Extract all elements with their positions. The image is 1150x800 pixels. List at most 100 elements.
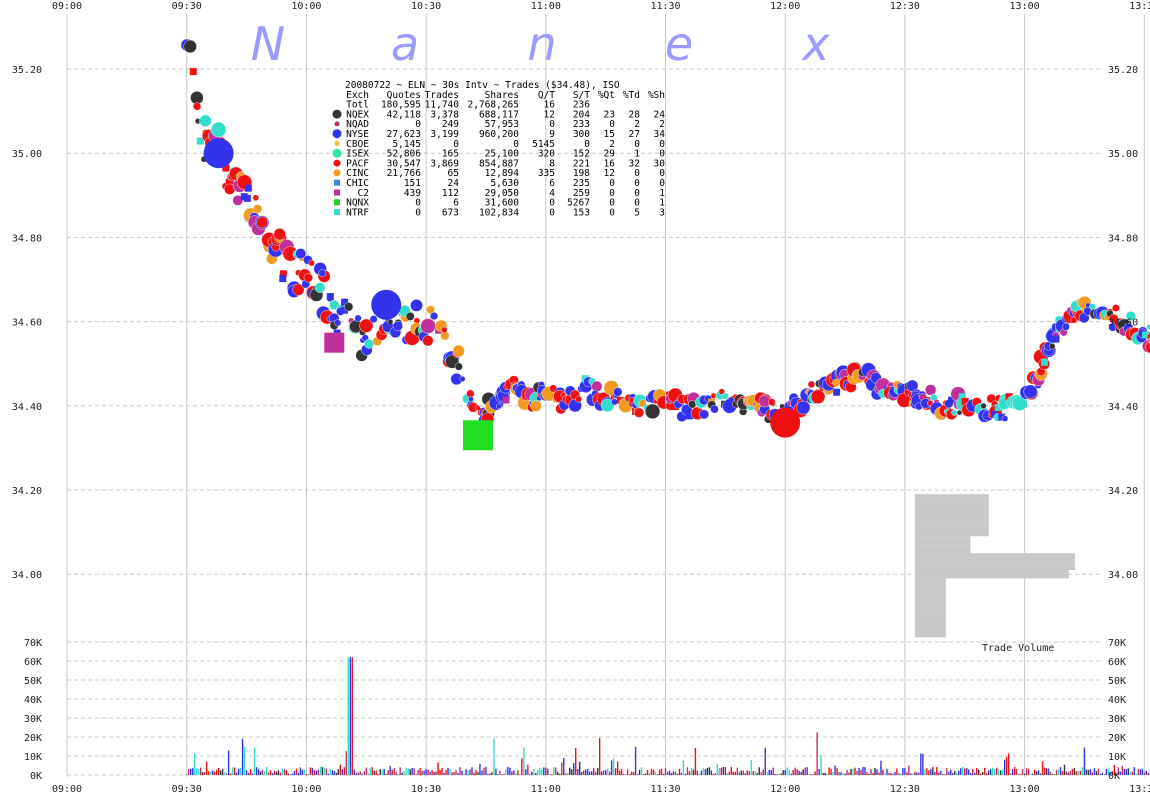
price-tick-left: 34.40 — [12, 402, 42, 413]
stats-legend-marker — [334, 121, 340, 127]
trade-point-circle — [190, 91, 204, 105]
stats-legend-marker — [334, 179, 340, 186]
volume-profile-bar — [915, 578, 946, 587]
trade-point-circle — [441, 326, 448, 334]
time-tick-top: 10:30 — [411, 1, 441, 12]
volume-tick-right: 50K — [1108, 676, 1126, 687]
volume-profile-bar — [915, 586, 946, 596]
trade-point-circle — [951, 409, 958, 416]
trade-point-square — [243, 194, 251, 202]
volume-tick-right: 70K — [1108, 638, 1126, 649]
volume-tick-left: 0K — [30, 771, 42, 782]
volume-tick-left: 30K — [24, 714, 42, 725]
trade-point-circle — [318, 269, 327, 278]
price-tick-right: 35.20 — [1108, 65, 1138, 76]
trade-point-circle — [634, 407, 645, 418]
volume-profile-bar — [915, 569, 1069, 579]
price-tick-right: 34.80 — [1108, 233, 1138, 244]
trade-point-circle — [721, 392, 729, 400]
volume-tick-left: 40K — [24, 695, 42, 706]
price-volume-chart: Trade Volume Na n e x 09:00 09:00 09:30 09:30 1… — [0, 0, 1150, 800]
volume-profile-bar — [915, 544, 971, 554]
trade-point-circle — [405, 311, 415, 321]
stats-legend-marker — [334, 141, 340, 146]
trade-point-circle — [253, 204, 263, 214]
trade-point-circle — [334, 319, 342, 327]
stats-cell: 673 — [442, 207, 459, 218]
volume-profile-bar — [915, 561, 1075, 570]
trade-point-circle — [575, 395, 582, 403]
price-tick-left: 34.80 — [12, 233, 42, 244]
price-tick-right: 35.00 — [1108, 149, 1138, 160]
volume-profile-bar — [915, 511, 989, 520]
trade-point-square — [326, 293, 334, 301]
stats-cell: 3 — [659, 207, 665, 218]
stats-cell: 153 — [573, 207, 590, 218]
volume-profile-bar — [915, 603, 946, 613]
brand-letter: a — [391, 17, 419, 71]
price-tick-right: 34.20 — [1108, 486, 1138, 497]
trade-point-circle — [832, 378, 841, 387]
stats-header-cell: %Qt — [598, 90, 615, 101]
trade-point-circle — [252, 194, 260, 201]
time-tick-bottom: 10:00 — [291, 784, 321, 795]
trade-point-circle — [210, 121, 227, 138]
time-tick-bottom: 11:30 — [650, 784, 680, 795]
volume-tick-left: 50K — [24, 676, 42, 687]
price-tick-right: 34.40 — [1108, 402, 1138, 413]
time-tick-bottom: 13:00 — [1010, 784, 1040, 795]
trade-point-circle — [422, 335, 434, 347]
stats-cell: 5 — [634, 207, 640, 218]
trade-point-circle — [1062, 323, 1070, 331]
time-tick-top: 13:30 — [1129, 1, 1150, 12]
trade-point-circle — [344, 302, 354, 312]
stats-legend-marker — [332, 129, 342, 139]
trade-point-circle — [710, 404, 719, 414]
volume-tick-right: 20K — [1108, 733, 1126, 744]
time-tick-top: 10:00 — [291, 1, 321, 12]
trade-point-circle — [925, 384, 937, 396]
time-tick-bottom: 11:00 — [531, 784, 561, 795]
trade-point-circle — [410, 299, 423, 312]
trade-point-square — [244, 184, 252, 192]
stats-legend-marker — [333, 159, 341, 167]
volume-profile-bar — [915, 536, 971, 545]
stats-cell: 0 — [609, 207, 615, 218]
trade-point-circle — [420, 318, 436, 334]
trade-point-circle — [980, 402, 987, 409]
trade-point-circle — [699, 409, 710, 420]
stats-legend-marker — [332, 109, 342, 119]
volume-profile-bar — [915, 595, 946, 604]
trade-point-circle — [496, 403, 502, 410]
stats-legend-marker — [334, 209, 340, 216]
trade-point-circle — [810, 389, 826, 404]
trade-point-circle — [364, 338, 374, 349]
price-tick-left: 35.00 — [12, 149, 42, 160]
trade-point-square — [279, 275, 287, 283]
trade-point-circle — [591, 380, 603, 392]
trade-spike-circle — [770, 407, 801, 438]
time-tick-bottom: 10:30 — [411, 784, 441, 795]
time-tick-top: 12:00 — [770, 1, 800, 12]
trade-point-square — [1020, 400, 1028, 408]
volume-tick-right: 10K — [1108, 752, 1126, 763]
volume-profile-bar — [915, 612, 946, 621]
stats-legend-marker — [334, 189, 340, 196]
volume-profile-bar — [915, 502, 989, 512]
trade-point-circle — [688, 400, 697, 409]
volume-tick-right: 40K — [1108, 695, 1126, 706]
price-tick-left: 35.20 — [12, 65, 42, 76]
time-tick-bottom: 13:30 — [1129, 784, 1150, 795]
trade-point-circle — [454, 362, 463, 371]
trade-point-circle — [807, 380, 816, 389]
price-tick-left: 34.00 — [12, 570, 42, 581]
trade-point-square — [833, 388, 841, 396]
trade-point-circle — [314, 282, 326, 293]
time-tick-bottom: 12:00 — [770, 784, 800, 795]
brand-letter: N — [251, 17, 285, 71]
trade-point-circle — [796, 400, 811, 415]
stats-legend-marker — [332, 148, 342, 158]
volume-tick-left: 10K — [24, 752, 42, 763]
trade-spike-square — [462, 420, 493, 451]
price-tick-left: 34.20 — [12, 486, 42, 497]
